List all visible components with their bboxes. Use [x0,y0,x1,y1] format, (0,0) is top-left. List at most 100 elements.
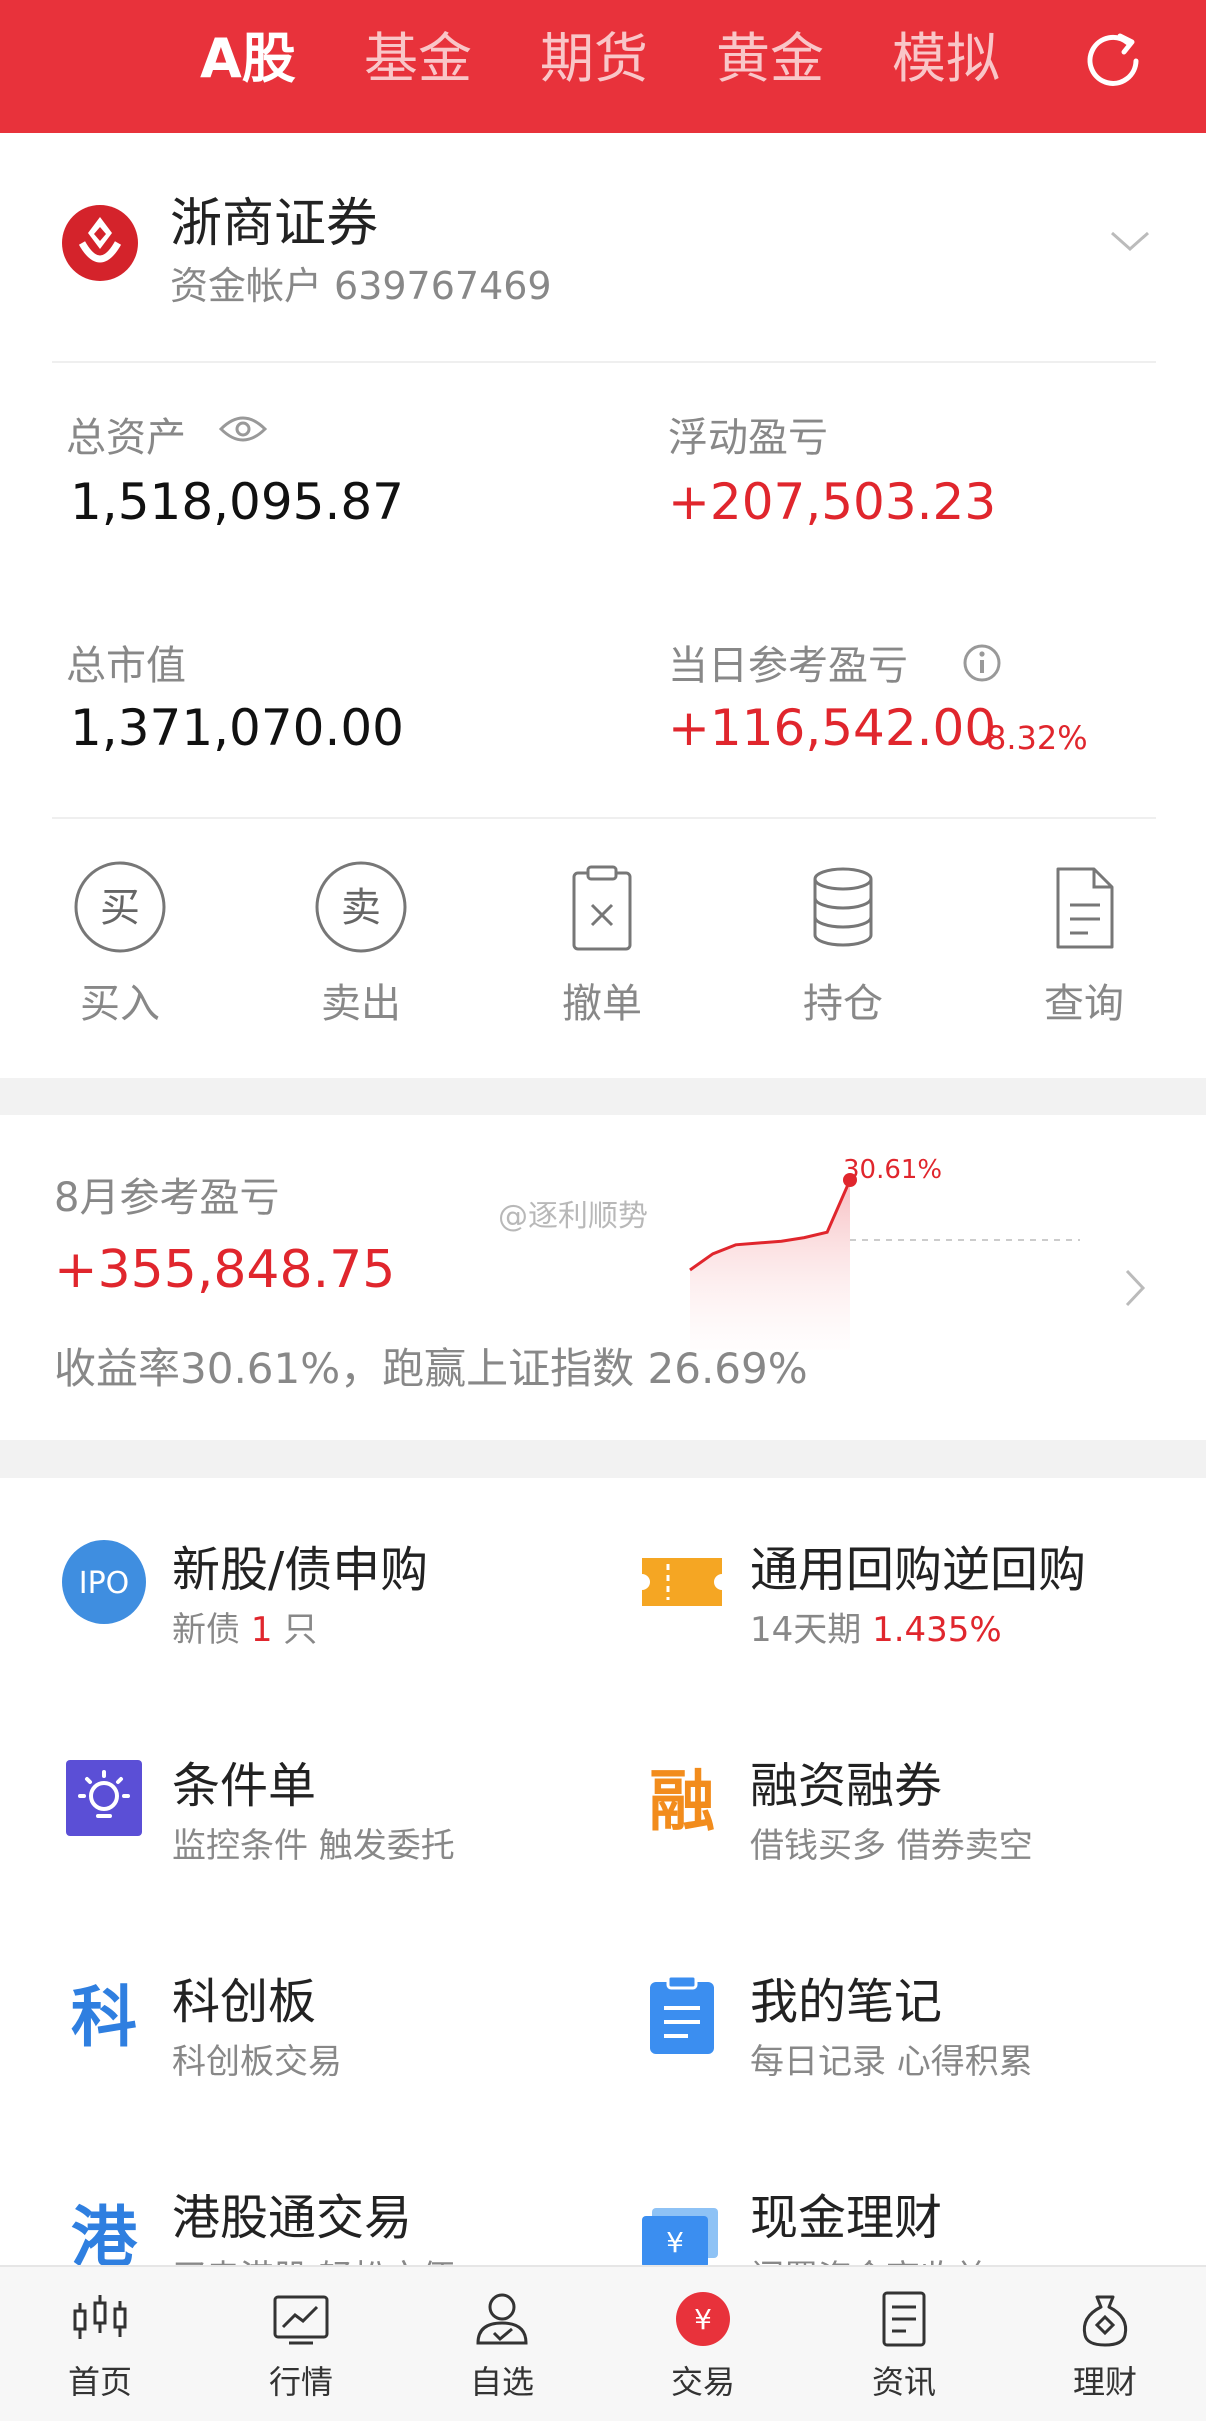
nav-watchlist-label: 自选 [469,2363,534,2401]
service-cash-management[interactable]: ¥ 现金理财 闲置资金高收益 [638,2178,1198,2268]
hk-connect-icon: 港 [71,2199,138,2268]
account-number: 639767469 [334,264,552,308]
refresh-icon[interactable] [1080,28,1146,94]
sell-label: 卖出 [321,981,401,1027]
notes-icon [650,1974,714,2054]
buy-label: 买入 [80,981,160,1027]
tab-a-shares[interactable]: A股 [200,26,296,92]
services-grid: IPO 新股/债申购 新债 1 只 通用回购逆回购 14天期 1.435% 条件… [0,1478,1206,2268]
nav-wealth-label: 理财 [1072,2363,1137,2401]
nav-news[interactable]: 资讯 [824,2289,984,2409]
query-button[interactable]: 查询 [994,859,1174,1039]
tab-futures[interactable]: 期货 [540,26,648,92]
watermark: @逐利顺势 [498,1199,648,1234]
total-assets-label: 总资产 [66,415,186,461]
info-icon[interactable] [962,643,1002,683]
nav-watchlist[interactable]: 自选 [422,2289,582,2409]
service-title: 条件单 [172,1758,317,1814]
sell-icon: 卖 [315,861,407,953]
monthly-pl-card[interactable]: 8月参考盈亏 +355,848.75 收益率30.61%，跑赢上证指数 26.6… [0,1115,1206,1440]
svg-text:¥: ¥ [666,2226,684,2259]
service-subtitle: 新债 1 只 [172,1610,318,1650]
ipo-icon: IPO [62,1540,146,1624]
bottom-nav: 首页 行情 自选 ¥ 交易 资讯 理财 [0,2265,1206,2421]
sparkline-area [690,1180,850,1350]
positions-button[interactable]: 持仓 [753,859,933,1039]
nav-market[interactable]: 行情 [221,2289,381,2409]
broker-logo [62,205,138,281]
divider [52,817,1156,819]
nav-home-label: 首页 [67,2363,132,2401]
buy-button[interactable]: 买 买入 [30,859,210,1039]
nav-news-label: 资讯 [871,2363,936,2401]
daily-pl-percent: 8.32% [986,719,1088,757]
market-value-value: 1,371,070.00 [70,699,404,757]
daily-pl-label: 当日参考盈亏 [668,643,908,689]
service-title: 我的笔记 [750,1974,943,2030]
divider [52,361,1156,363]
floating-pl-label: 浮动盈亏 [668,415,828,461]
account-number-line: 资金帐户 639767469 [170,255,552,310]
tab-gold[interactable]: 黄金 [716,26,824,92]
service-title: 融资融券 [750,1758,943,1814]
chevron-right-icon[interactable] [1124,1268,1146,1308]
yuan-icon: ¥ [676,2292,730,2346]
monthly-pl-value: +355,848.75 [54,1240,396,1300]
bulb-icon [66,1760,142,1836]
buy-icon: 买 [74,861,166,953]
total-assets-value: 1,518,095.87 [70,473,404,531]
sell-icon-glyph: 卖 [341,885,381,931]
tab-simulation[interactable]: 模拟 [892,26,1000,92]
service-title: 现金理财 [750,2190,943,2246]
star-market-icon: 科 [71,1979,137,2056]
positions-label: 持仓 [803,981,883,1027]
service-title: 新股/债申购 [172,1542,429,1598]
service-subtitle: 每日记录 心得积累 [750,2042,1033,2082]
service-subtitle: 借钱买多 借券卖空 [750,1826,1033,1866]
document-icon [1056,867,1114,949]
nav-trade-label: 交易 [670,2363,735,2401]
svg-text:IPO: IPO [79,1566,130,1601]
nav-trade[interactable]: ¥ 交易 [623,2289,783,2409]
service-conditional-order[interactable]: 条件单 监控条件 触发委托 [60,1746,620,1886]
database-icon [813,867,873,947]
service-subtitle: 14天期 1.435% [750,1610,1002,1650]
nav-wealth[interactable]: 理财 [1025,2289,1185,2409]
chevron-down-icon[interactable] [1108,229,1152,255]
news-icon [882,2291,926,2347]
broker-name: 浙商证券 [170,194,379,254]
clipboard-x-icon [572,865,632,951]
service-notes[interactable]: 我的笔记 每日记录 心得积累 [638,1962,1198,2102]
floating-pl-value: +207,503.23 [668,473,997,531]
nav-market-label: 行情 [268,2363,333,2401]
candlestick-icon [73,2295,127,2339]
service-title: 科创板 [172,1974,317,2030]
buy-icon-glyph: 买 [100,885,140,931]
chart-icon [273,2295,329,2345]
account-card: 浙商证券 资金帐户 639767469 总资产 1,518,095.87 浮动盈亏… [0,133,1206,1078]
service-star-market[interactable]: 科 科创板 科创板交易 [60,1962,620,2102]
monthly-pl-title: 8月参考盈亏 [54,1175,280,1221]
nav-home[interactable]: 首页 [20,2289,180,2409]
sell-button[interactable]: 卖 卖出 [271,859,451,1039]
service-subtitle: 监控条件 触发委托 [172,1826,455,1866]
query-label: 查询 [1044,981,1124,1027]
service-ipo[interactable]: IPO 新股/债申购 新债 1 只 [60,1530,620,1670]
svg-text:¥: ¥ [694,2303,712,2336]
service-hk-connect[interactable]: 港 港股通交易 买卖港股 轻松方便 [60,2178,620,2268]
svg-text:港: 港 [71,2199,138,2268]
tab-funds[interactable]: 基金 [364,26,472,92]
sparkline-peak-label: 30.61% [843,1155,943,1185]
service-repo[interactable]: 通用回购逆回购 14天期 1.435% [638,1530,1198,1670]
market-value-label: 总市值 [66,643,186,689]
money-bag-icon [1082,2295,1128,2347]
cancel-order-button[interactable]: 撤单 [512,859,692,1039]
cash-icon: ¥ [642,2208,718,2268]
eye-icon[interactable] [218,413,268,445]
service-title: 港股通交易 [172,2190,413,2246]
service-margin-trading[interactable]: 融 融资融券 借钱买多 借券卖空 [638,1746,1198,1886]
svg-text:融: 融 [649,1763,715,1840]
top-tab-bar: A股 基金 期货 黄金 模拟 [0,0,1206,133]
user-check-icon [476,2293,528,2345]
margin-icon: 融 [649,1763,715,1840]
